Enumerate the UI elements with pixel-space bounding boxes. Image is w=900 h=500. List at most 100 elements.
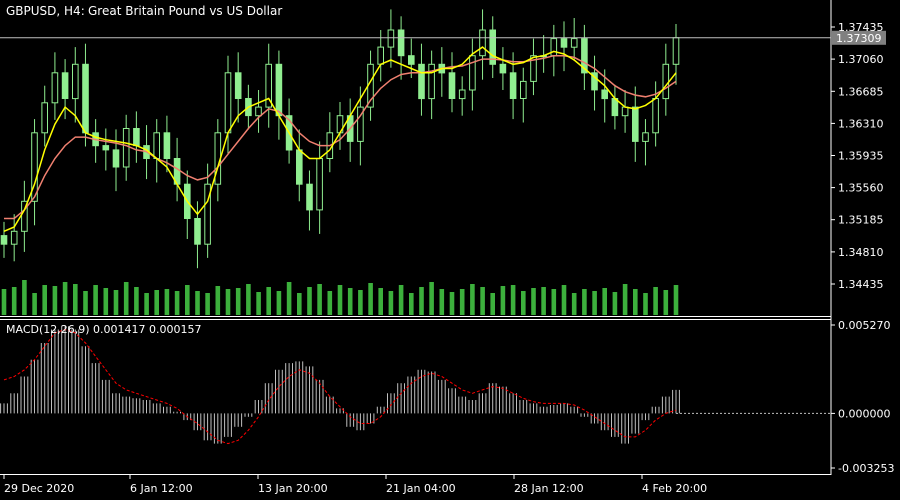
volume-bar (378, 288, 383, 315)
volume-bar (347, 288, 353, 315)
candle-body (316, 158, 323, 211)
volume-bar (215, 286, 221, 315)
candle-body (509, 72, 517, 100)
price-tick-label: 1.37435 (838, 21, 884, 34)
candle-body (296, 149, 303, 185)
volume-bar (154, 290, 159, 315)
volume-bar (164, 289, 170, 315)
candle-body (112, 149, 120, 168)
time-tick-label: 4 Feb 20:00 (642, 482, 707, 495)
volume-bar (235, 288, 241, 315)
macd-tick-label: 0.000000 (838, 407, 891, 420)
volume-bar (510, 285, 516, 315)
candle-body (224, 72, 232, 134)
macd-tick-label: 0.005270 (838, 319, 891, 332)
candle-body (632, 106, 639, 142)
volume-bar (52, 286, 58, 315)
volume-bar (653, 287, 658, 315)
price-tick-label: 1.36685 (838, 85, 884, 98)
volume-bar (327, 291, 333, 315)
candle-body (122, 128, 130, 168)
volume-bar (225, 289, 231, 315)
volume-bar (297, 293, 302, 315)
candle-body (397, 29, 405, 57)
candle-body (163, 132, 171, 160)
candle-body (10, 230, 18, 245)
candle-body (560, 38, 568, 48)
volume-bar (612, 292, 618, 315)
candle-body (550, 38, 558, 57)
candle-body (72, 63, 79, 100)
volume-bar (337, 285, 343, 315)
price-tick-label: 1.36310 (838, 117, 884, 130)
candle-body (428, 63, 435, 100)
volume-bar (83, 291, 88, 315)
candle-body (672, 37, 680, 65)
macd-signal-line (3, 328, 677, 445)
moving-averages (3, 46, 677, 232)
volume-bar (490, 293, 495, 315)
volume-bar (276, 291, 282, 315)
volume-bar (398, 285, 404, 315)
volume-bar (531, 288, 536, 315)
candle-body (194, 218, 201, 245)
candle-body (153, 132, 160, 160)
volume-bar (22, 280, 27, 315)
price-tick-label: 1.35560 (838, 182, 884, 195)
volume-bar (449, 292, 455, 315)
volume-bar (592, 291, 597, 315)
chart-canvas[interactable]: 1.373091.374351.370601.366851.363101.359… (0, 0, 900, 500)
volume-bar (256, 292, 261, 315)
candle-body (0, 235, 8, 245)
price-tick-label: 1.35935 (838, 150, 884, 163)
price-tick-label: 1.35185 (838, 214, 884, 227)
volume-bar (174, 291, 180, 315)
candle-body (642, 132, 649, 142)
macd-pane (0, 326, 831, 445)
volume-bar (286, 282, 292, 315)
volume-bar (521, 291, 526, 315)
volume-bar (246, 284, 251, 315)
candle-body (41, 102, 49, 134)
volume-bar (144, 293, 149, 315)
macd-header: MACD(12,26,9) 0.001417 0.000157 (6, 323, 202, 336)
volume-bar (470, 284, 475, 315)
volume-bar (358, 290, 363, 315)
candle-body (82, 63, 89, 134)
volume-bar (582, 289, 587, 315)
volume-bar (317, 284, 322, 315)
volume-bar (663, 290, 669, 315)
candle-body (479, 29, 486, 57)
volume-bar (368, 283, 373, 315)
candle-body (418, 63, 425, 100)
candle-body (458, 89, 466, 100)
candle-body (61, 72, 69, 100)
candle-body (306, 183, 313, 211)
volume-bar (429, 282, 434, 315)
volume-bar (113, 290, 119, 315)
volume-bar (11, 287, 17, 315)
volume-bar (643, 293, 648, 315)
candle-body (448, 72, 456, 100)
volume-bar (205, 293, 210, 315)
volume-bar (459, 289, 465, 315)
volume-bar (42, 285, 47, 315)
volume-histogram (1, 280, 679, 315)
candle-body (520, 80, 527, 100)
price-tick-label: 1.34435 (838, 278, 884, 291)
volume-bar (633, 289, 638, 315)
volume-bar (307, 287, 312, 315)
trading-chart[interactable]: 1.37309 1.37435 1.37060 1.36685 1.36310 1.359… (0, 0, 900, 500)
volume-bar (602, 288, 607, 315)
volume-bar (419, 287, 424, 315)
volume-bar (185, 285, 190, 315)
candle-body (621, 106, 629, 117)
chart-header-description: Great Britain Pound vs US Dollar (88, 4, 282, 18)
volume-bar (93, 285, 98, 315)
volume-bar (266, 287, 271, 315)
volume-bar (388, 291, 394, 315)
candle-body (51, 72, 59, 104)
time-axis: 29 Dec 2020 6 Jan 12:00 13 Jan 20:00 21 Jan… (3, 475, 707, 495)
volume-bar (62, 282, 68, 315)
price-tick-label: 1.37060 (838, 53, 884, 66)
